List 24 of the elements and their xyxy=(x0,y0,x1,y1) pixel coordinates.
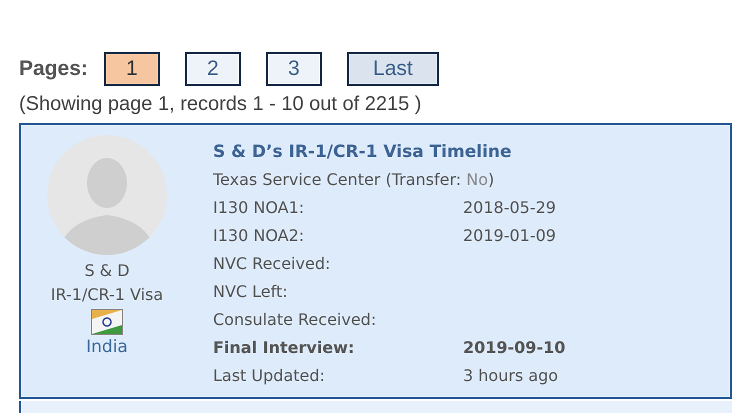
field-label: I130 NOA1: xyxy=(213,197,306,219)
pages-label: Pages: xyxy=(19,57,88,81)
records-summary: (Showing page 1, records 1 - 10 out of 2215 ) xyxy=(19,92,422,116)
country-link[interactable]: India xyxy=(86,335,128,359)
field-value: 2018-05-29 xyxy=(463,197,556,219)
field-label: I130 NOA2: xyxy=(213,225,306,247)
field-value: 3 hours ago xyxy=(463,365,558,387)
field-label: NVC Left: xyxy=(213,281,289,303)
timeline-title[interactable]: S & D’s IR-1/CR-1 Visa Timeline xyxy=(213,138,566,166)
field-label: NVC Received: xyxy=(213,253,332,275)
flag-icon xyxy=(91,309,123,335)
field-value: 2019-09-10 xyxy=(463,337,566,359)
visa-type: IR-1/CR-1 Visa xyxy=(50,284,164,306)
field-label: Consulate Received: xyxy=(213,309,378,331)
page-button[interactable]: 2 xyxy=(184,52,241,86)
service-center-text: Texas Service Center (Transfer: No) xyxy=(213,169,496,191)
member-name: S & D xyxy=(84,260,130,282)
field-value: 2019-01-09 xyxy=(463,225,556,247)
page-button[interactable]: Last xyxy=(346,52,439,86)
avatar-icon xyxy=(47,135,167,255)
page-button[interactable]: 3 xyxy=(266,52,322,86)
page-button[interactable]: 1 xyxy=(104,52,160,86)
field-label: Final Interview: xyxy=(213,337,356,359)
field-label: Last Updated: xyxy=(213,365,326,387)
